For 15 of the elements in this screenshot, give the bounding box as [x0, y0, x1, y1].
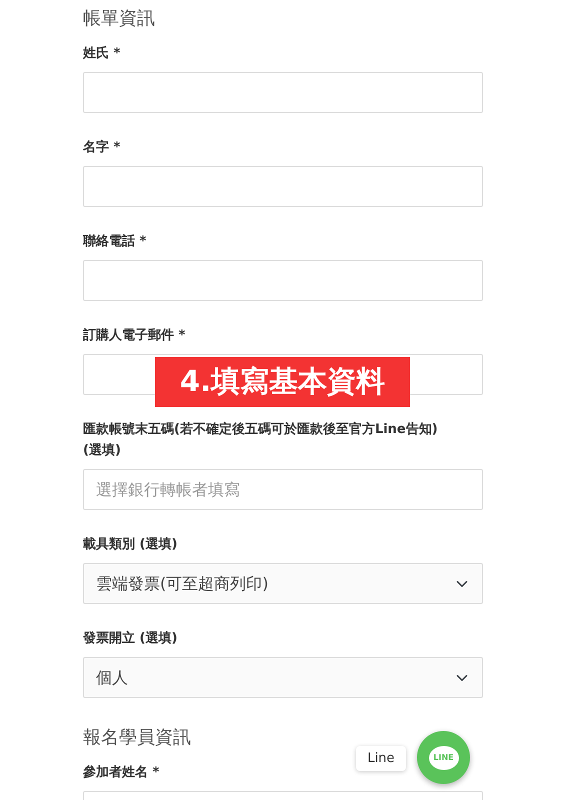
- tooltip: Line: [356, 746, 406, 771]
- dropdown-field[interactable]: 個人: [83, 657, 483, 698]
- dropdown-field[interactable]: 雲端發票(可至超商列印): [83, 563, 483, 604]
- title-toast: 4.填寫基本資料: [155, 357, 410, 407]
- field-label: 發票開立 (選填): [83, 630, 178, 648]
- field-label: 匯款帳號末五碼(若不確定後五碼可於匯款後至官方Line告知) (選填): [83, 420, 439, 460]
- field-label: 參加者姓名 *: [83, 764, 160, 782]
- field-label: 名字 *: [83, 138, 122, 157]
- field-label: 訂購人電子郵件 *: [83, 327, 186, 345]
- section-heading: 帳單資訊: [83, 7, 155, 31]
- input-field[interactable]: 選擇銀行轉帳者填寫: [83, 469, 483, 510]
- field-label: 聯絡電話 *: [83, 233, 148, 251]
- field-label: 姓氏 *: [83, 44, 122, 63]
- field-label: 載具類別 (選填): [83, 536, 178, 554]
- section-heading: 報名學員資訊: [83, 726, 191, 750]
